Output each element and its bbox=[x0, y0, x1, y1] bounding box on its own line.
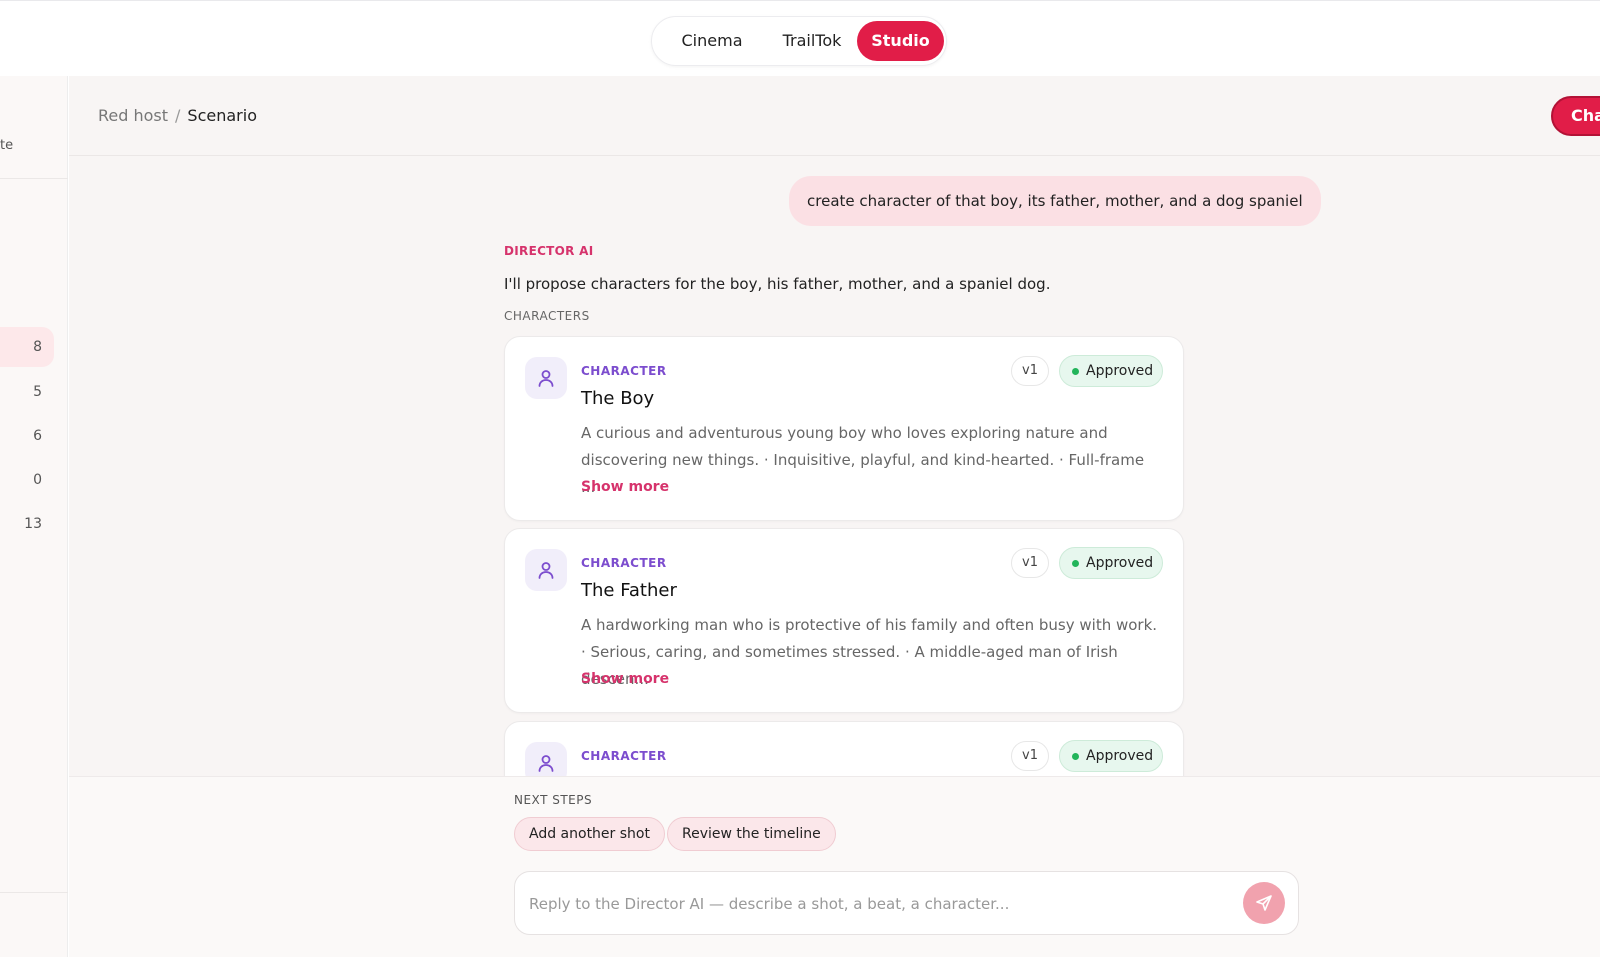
show-more-link[interactable]: Show more bbox=[581, 479, 669, 495]
sidebar-divider bbox=[0, 892, 68, 893]
status-label: Approved bbox=[1086, 748, 1154, 764]
character-card: CHARACTER The Father A hardworking man w… bbox=[504, 528, 1184, 713]
status-badge: Approved bbox=[1059, 547, 1163, 579]
reply-box bbox=[514, 871, 1299, 935]
status-dot-icon bbox=[1072, 368, 1079, 375]
character-list: CHARACTER The Boy A curious and adventur… bbox=[69, 326, 1600, 776]
sidebar-item-count[interactable]: 5 bbox=[0, 372, 54, 412]
person-icon bbox=[525, 549, 567, 591]
card-title: The Boy bbox=[581, 388, 655, 409]
person-icon bbox=[525, 357, 567, 399]
breadcrumb: Red host / Scenario bbox=[98, 106, 257, 125]
tab-trailtok[interactable]: TrailTok bbox=[762, 21, 862, 61]
tab-studio[interactable]: Studio bbox=[857, 21, 944, 61]
show-more-link[interactable]: Show more bbox=[581, 671, 669, 687]
sidebar-label: te bbox=[0, 138, 14, 153]
sidebar-item-count[interactable]: 13 bbox=[0, 504, 54, 544]
user-message: create character of that boy, its father… bbox=[789, 176, 1321, 226]
card-title: The Father bbox=[581, 580, 677, 601]
sidebar-header: te bbox=[0, 76, 68, 179]
header-action-button[interactable]: Cha bbox=[1551, 96, 1600, 136]
page-header: Red host / Scenario Cha bbox=[69, 76, 1600, 156]
breadcrumb-parent[interactable]: Red host bbox=[98, 106, 168, 125]
sidebar: te 8 5 6 0 13 bbox=[0, 76, 68, 957]
card-kicker: CHARACTER bbox=[581, 749, 667, 763]
character-card: CHARACTER The Boy A curious and adventur… bbox=[504, 336, 1184, 521]
mode-switch: Cinema TrailTok Studio bbox=[651, 16, 947, 66]
reply-input[interactable] bbox=[529, 890, 1229, 918]
status-label: Approved bbox=[1086, 363, 1154, 379]
character-card: CHARACTER v1 Approved bbox=[504, 721, 1184, 776]
card-kicker: CHARACTER bbox=[581, 556, 667, 570]
send-button[interactable] bbox=[1243, 882, 1285, 924]
breadcrumb-current: Scenario bbox=[187, 106, 257, 125]
breadcrumb-separator: / bbox=[175, 106, 181, 125]
status-badge: Approved bbox=[1059, 355, 1163, 387]
suggestion-chip-review-timeline[interactable]: Review the timeline bbox=[667, 817, 836, 851]
ai-sender-label: DIRECTOR AI bbox=[504, 244, 594, 258]
person-icon bbox=[525, 742, 567, 776]
ai-message: I'll propose characters for the boy, his… bbox=[504, 275, 1051, 293]
version-badge[interactable]: v1 bbox=[1011, 548, 1049, 578]
version-badge[interactable]: v1 bbox=[1011, 356, 1049, 386]
characters-section-label: CHARACTERS bbox=[504, 309, 590, 323]
next-steps-label: NEXT STEPS bbox=[514, 793, 593, 807]
status-dot-icon bbox=[1072, 560, 1079, 567]
sidebar-item-count[interactable]: 6 bbox=[0, 416, 54, 456]
version-badge[interactable]: v1 bbox=[1011, 741, 1049, 771]
status-dot-icon bbox=[1072, 753, 1079, 760]
top-bar: Cinema TrailTok Studio bbox=[0, 0, 1600, 76]
sidebar-item-count[interactable]: 8 bbox=[0, 327, 54, 367]
composer: NEXT STEPS Add another shot Review the t… bbox=[69, 776, 1600, 957]
status-badge: Approved bbox=[1059, 740, 1163, 772]
send-icon bbox=[1256, 895, 1272, 911]
sidebar-item-count[interactable]: 0 bbox=[0, 460, 54, 500]
main-panel: Red host / Scenario Cha create character o… bbox=[69, 76, 1600, 957]
card-kicker: CHARACTER bbox=[581, 364, 667, 378]
status-label: Approved bbox=[1086, 555, 1154, 571]
tab-cinema[interactable]: Cinema bbox=[662, 21, 762, 61]
suggestion-chip-add-shot[interactable]: Add another shot bbox=[514, 817, 665, 851]
